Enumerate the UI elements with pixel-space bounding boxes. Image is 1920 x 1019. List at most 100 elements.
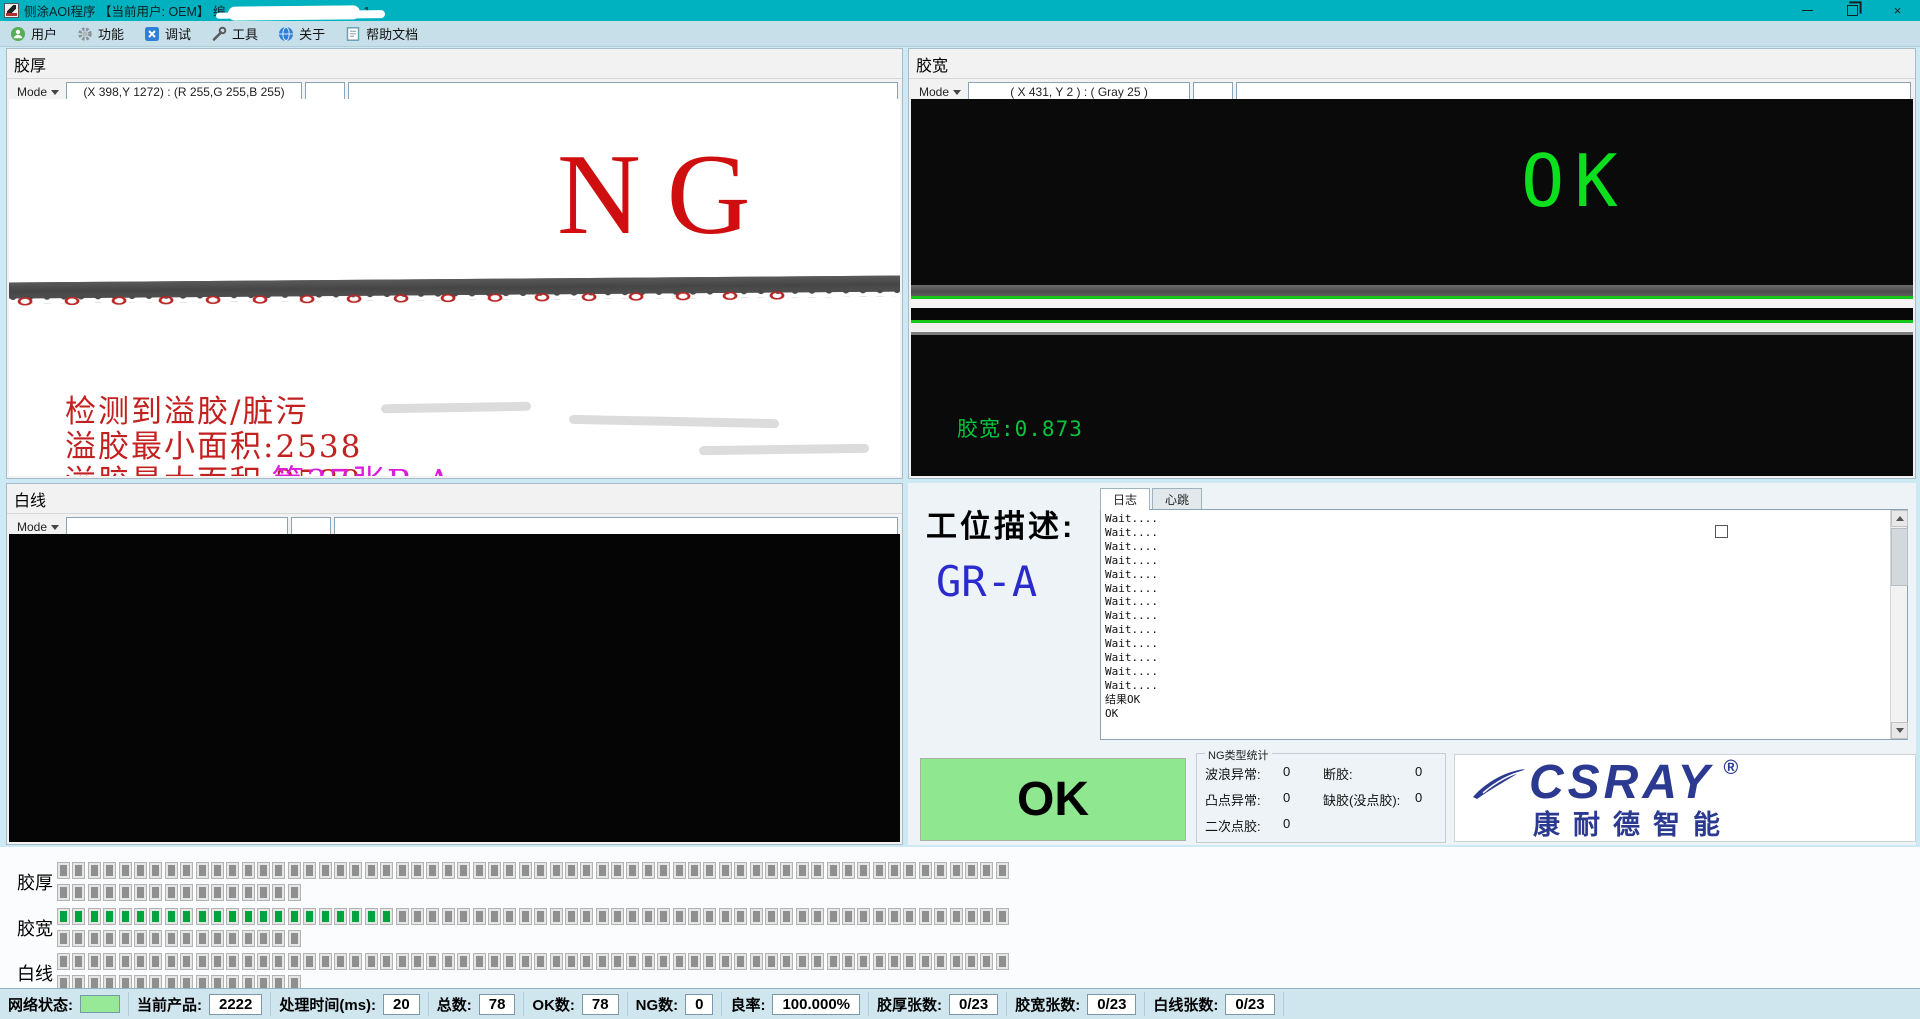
tab-heartbeat[interactable]: 心跳 <box>1152 488 1202 509</box>
scroll-down-button[interactable] <box>1891 722 1908 739</box>
mode-dropdown[interactable]: Mode <box>915 85 965 99</box>
progress-cell <box>211 908 224 925</box>
brand-chinese-name: 康耐德智能 <box>1533 803 1733 842</box>
scroll-up-button[interactable] <box>1891 510 1908 527</box>
progress-cell <box>349 953 362 970</box>
progress-cell <box>934 908 947 925</box>
progress-cell <box>88 884 101 901</box>
mode-dropdown[interactable]: Mode <box>13 520 63 534</box>
panel-title: 胶厚 <box>7 49 902 79</box>
log-line: Wait.... <box>1105 679 1887 693</box>
progress-cell <box>919 953 932 970</box>
log-checkbox[interactable] <box>1715 525 1728 538</box>
close-button[interactable]: × <box>1875 0 1920 21</box>
log-line: Wait.... <box>1105 554 1887 568</box>
progress-cell <box>842 862 855 879</box>
progress-cell <box>657 908 670 925</box>
progress-cell <box>288 908 301 925</box>
progress-cell <box>396 862 409 879</box>
progress-cell <box>734 908 747 925</box>
progress-cell <box>996 953 1009 970</box>
mode-dropdown[interactable]: Mode <box>13 85 63 99</box>
progress-cell <box>149 908 162 925</box>
progress-cell <box>149 862 162 879</box>
progress-cell <box>149 930 162 947</box>
stat-value: 0 <box>1283 790 1323 809</box>
progress-cell <box>257 862 270 879</box>
progress-cell <box>134 862 147 879</box>
progress-cell <box>257 908 270 925</box>
progress-cell <box>596 862 609 879</box>
progress-cell <box>119 884 132 901</box>
scrollbar-thumb[interactable] <box>1891 528 1908 586</box>
restore-button[interactable] <box>1830 0 1875 21</box>
menu-item-label: 功能 <box>98 24 124 43</box>
progress-cell <box>365 862 378 879</box>
inspection-image-glue-width[interactable]: OK 胶宽:0.873 <box>911 99 1913 476</box>
stat-label: 断胶: <box>1323 764 1415 783</box>
menu-item-tools[interactable]: 工具 <box>201 21 268 46</box>
progress-cell <box>57 930 70 947</box>
menu-item-label: 工具 <box>232 24 258 43</box>
menu-item-about[interactable]: 关于 <box>268 21 335 46</box>
menu-item-user[interactable]: 用户 <box>0 21 67 46</box>
station-description-label: 工位描述: <box>926 501 1075 546</box>
progress-cell <box>765 953 778 970</box>
product-edge-band <box>9 275 900 308</box>
progress-cell <box>827 953 840 970</box>
minimize-button[interactable] <box>1785 0 1830 21</box>
progress-cell <box>811 953 824 970</box>
menu-item-help-doc[interactable]: 帮助文档 <box>335 21 428 46</box>
chevron-down-icon <box>51 525 59 530</box>
progress-cell <box>165 862 178 879</box>
progress-cell <box>88 953 101 970</box>
statusbar-item-label: 胶厚张数: <box>877 994 942 1015</box>
progress-cell <box>119 862 132 879</box>
stat-value: 0 <box>1415 790 1445 809</box>
statusbar-item-label: OK数: <box>532 994 575 1015</box>
progress-label-glue-thickness: 胶厚 <box>17 869 53 895</box>
user-icon <box>10 26 26 42</box>
menu-item-functions[interactable]: 功能 <box>67 21 134 46</box>
progress-cell <box>488 953 501 970</box>
progress-cell <box>642 862 655 879</box>
inspection-image-white-line[interactable] <box>9 534 900 842</box>
progress-cell <box>903 953 916 970</box>
spacer <box>1415 816 1445 835</box>
progress-cell <box>88 862 101 879</box>
progress-cell <box>88 930 101 947</box>
overall-result-indicator[interactable]: OK <box>920 758 1186 841</box>
tab-log[interactable]: 日志 <box>1100 488 1150 510</box>
globe-icon <box>278 26 294 42</box>
log-lines[interactable]: Wait....Wait....Wait....Wait....Wait....… <box>1100 509 1908 740</box>
progress-cell <box>950 862 963 879</box>
progress-cell <box>349 862 362 879</box>
progress-cell <box>873 953 886 970</box>
menu-item-label: 关于 <box>299 24 325 43</box>
progress-cell <box>827 908 840 925</box>
progress-row <box>57 884 301 901</box>
inspection-image-glue-thickness[interactable]: NG 检测到溢胶/脏污 溢胶最小面积:2538 溢胶最大面积:2538 第37张… <box>9 99 900 476</box>
progress-cell <box>380 908 393 925</box>
progress-cell <box>103 953 116 970</box>
progress-cell <box>919 908 932 925</box>
progress-cell <box>72 862 85 879</box>
menu-item-debug[interactable]: 调试 <box>134 21 201 46</box>
status-bar: 网络状态: 当前产品: 2222 处理时间(ms): 20 总数: 78 OK数… <box>0 988 1920 1019</box>
progress-cell <box>765 862 778 879</box>
network-status-indicator <box>80 995 120 1013</box>
progress-cell <box>319 953 332 970</box>
progress-cell <box>519 862 532 879</box>
log-line: Wait.... <box>1105 623 1887 637</box>
progress-cell <box>180 884 193 901</box>
stat-label: 波浪异常: <box>1205 764 1283 783</box>
log-line: Wait.... <box>1105 609 1887 623</box>
log-line: Wait.... <box>1105 526 1887 540</box>
log-scrollbar[interactable] <box>1890 510 1907 739</box>
progress-cell <box>611 953 624 970</box>
progress-cell <box>334 953 347 970</box>
progress-cell <box>303 953 316 970</box>
progress-cell <box>242 953 255 970</box>
progress-cell <box>750 908 763 925</box>
progress-cell <box>811 862 824 879</box>
